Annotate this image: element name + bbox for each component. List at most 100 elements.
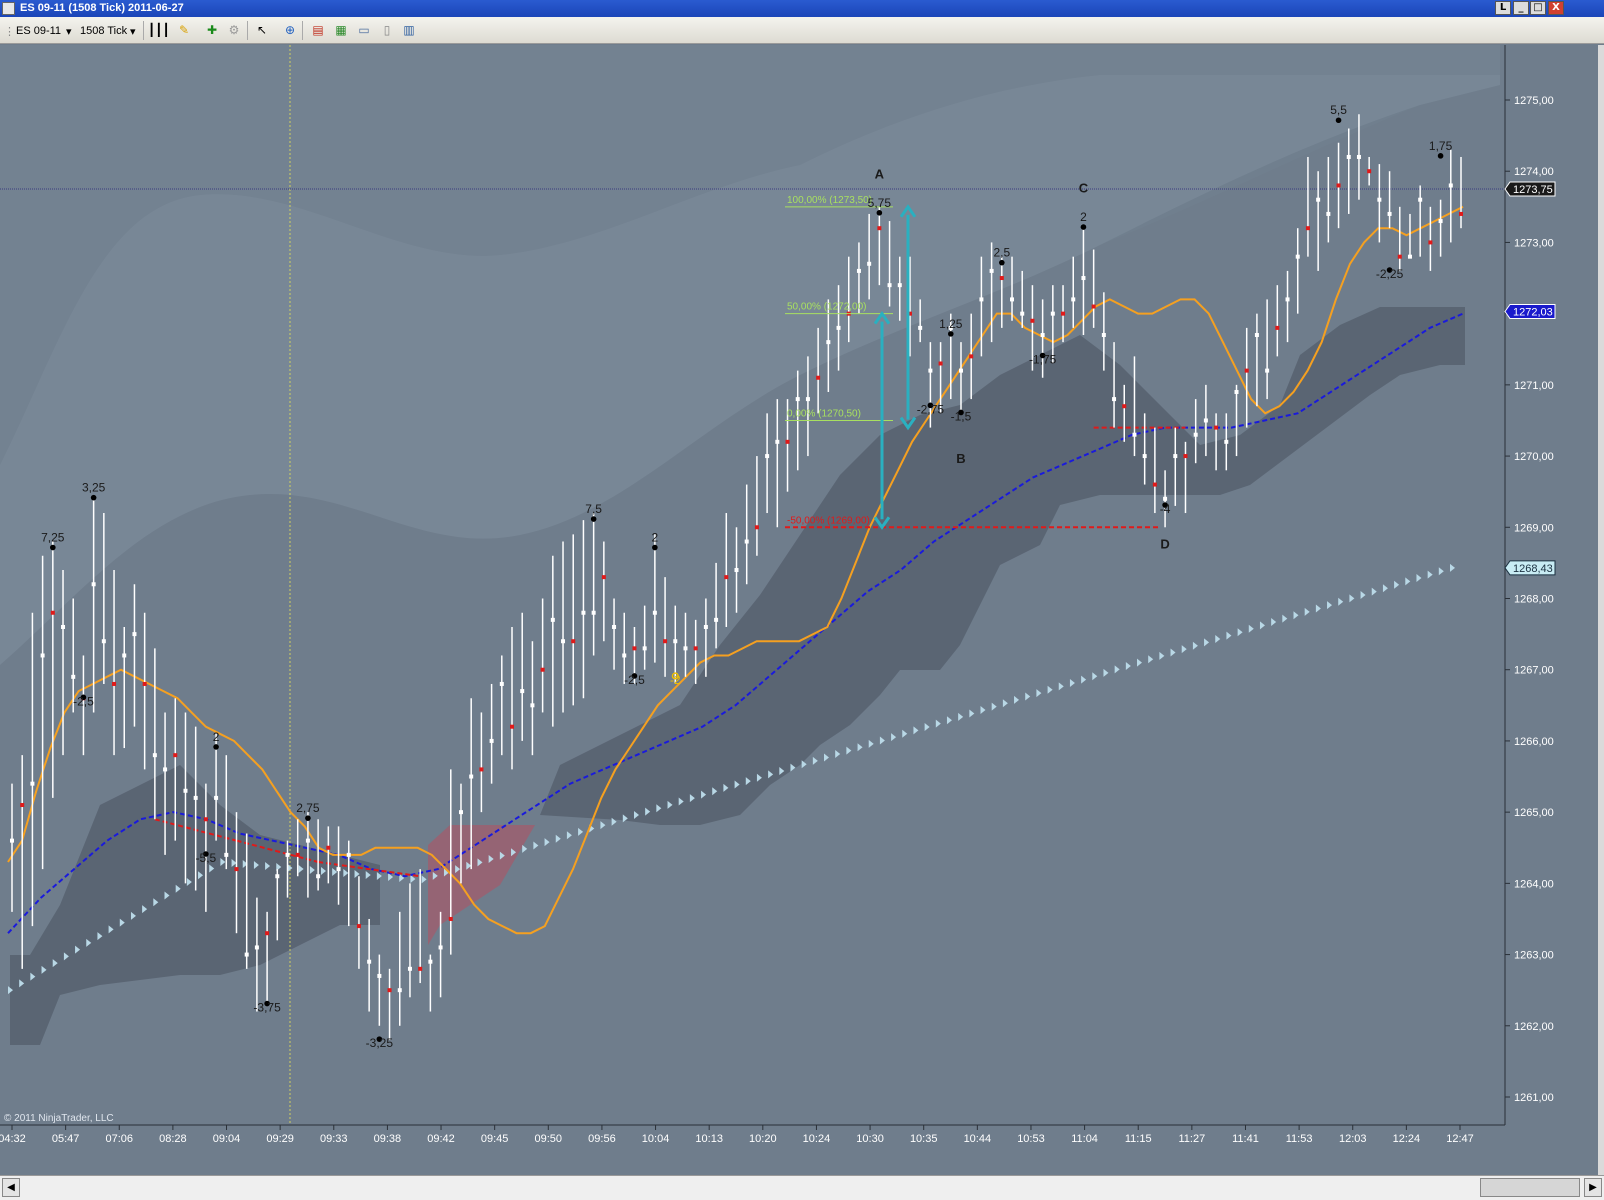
bar-close-marker [214, 795, 219, 800]
swing-point-dot [50, 544, 56, 551]
scroll-right-arrow-icon[interactable]: ▶ [1584, 1178, 1602, 1197]
bar-close-marker [652, 610, 657, 615]
bar-close-marker [1122, 404, 1127, 409]
swing-point-dot [590, 516, 597, 522]
bar-close-marker [20, 803, 25, 808]
bar-close-marker [1091, 304, 1096, 309]
draw-pencil-icon[interactable]: ✎ [176, 22, 192, 38]
zoom-icon[interactable]: ⊕ [282, 22, 298, 38]
bar-close-marker [938, 361, 943, 366]
close-button[interactable]: X [1548, 1, 1564, 15]
bar-close-marker [1040, 333, 1045, 338]
bar-close-marker [1214, 425, 1219, 430]
bar-close-marker [867, 261, 872, 266]
price-marker-label: 1268,43 [1513, 563, 1553, 575]
bar-close-marker [1377, 197, 1382, 202]
bar-close-marker [61, 624, 66, 629]
swing-label: 1,25 [939, 317, 963, 331]
bar-close-marker [744, 539, 749, 544]
bar-close-marker [1305, 226, 1310, 231]
fib-level-label: -50,00% (1269,00) [787, 515, 870, 526]
swing-label: -2 [670, 673, 681, 687]
link-button[interactable]: L [1495, 1, 1511, 15]
y-tick-label: 1264,00 [1514, 878, 1554, 890]
swing-point-dot [999, 259, 1005, 266]
bar-close-marker [856, 268, 861, 273]
bar-close-marker [367, 959, 372, 964]
swing-label: -4 [1160, 502, 1171, 516]
horizontal-scrollbar[interactable]: ◀ ▶ [0, 1175, 1604, 1200]
swing-point-dot [213, 744, 219, 750]
bar-close-marker [1326, 211, 1331, 216]
bar-close-marker [1356, 154, 1361, 159]
bar-close-marker [591, 610, 596, 615]
x-tick-label: 10:30 [856, 1133, 884, 1145]
toolbar-separator [302, 21, 303, 40]
bar-close-marker [1234, 389, 1239, 394]
properties-icon[interactable]: ▯ [379, 22, 395, 38]
bar-close-marker [336, 867, 341, 872]
window-icon[interactable]: ▥ [401, 22, 417, 38]
y-tick-label: 1271,00 [1514, 380, 1554, 392]
bar-close-marker [1081, 276, 1086, 281]
bar-close-marker [795, 397, 800, 402]
scroll-thumb[interactable] [1480, 1178, 1580, 1197]
y-tick-label: 1268,00 [1514, 594, 1554, 606]
data-box-icon[interactable]: ▦ [333, 22, 349, 38]
swing-label: 2,75 [296, 801, 320, 815]
bar-close-marker [581, 610, 586, 615]
bar-close-marker [193, 795, 198, 800]
swing-point-dot [876, 210, 883, 216]
y-tick-label: 1267,00 [1514, 665, 1554, 677]
instrument-selector[interactable]: ES 09-11 [16, 25, 61, 37]
price-marker-label: 1272,03 [1513, 307, 1553, 319]
price-chart[interactable]: 100,00% (1273,50) 50,00% (1272,00) 0,00% (… [0, 45, 1598, 1175]
bar-close-marker [887, 283, 892, 288]
strategy-icon[interactable]: ⚙ [226, 22, 242, 38]
bar-close-marker [724, 575, 729, 580]
bar-close-marker [571, 639, 576, 644]
x-tick-label: 09:04 [213, 1133, 241, 1145]
bar-close-marker [969, 354, 974, 359]
bar-close-marker [40, 653, 45, 658]
bar-close-marker [1010, 297, 1015, 302]
bar-close-marker [1265, 368, 1270, 373]
bar-close-marker [1224, 439, 1229, 444]
bar-close-marker [479, 767, 484, 772]
bar-close-marker [642, 646, 647, 651]
minimize-button[interactable]: _ [1513, 1, 1529, 15]
chevron-down-icon[interactable]: ▾ [66, 25, 72, 38]
chart-style-icon[interactable]: ▭ [356, 22, 372, 38]
x-tick-label: 10:44 [964, 1133, 992, 1145]
bar-close-marker [703, 624, 708, 629]
y-tick-label: 1270,00 [1514, 451, 1554, 463]
bar-close-marker [295, 852, 300, 857]
bar-close-marker [816, 375, 821, 380]
swing-label: -2,25 [1376, 267, 1404, 281]
chart-trader-icon[interactable]: ▤ [310, 22, 326, 38]
bar-type-icon[interactable]: ┃┃┃ [148, 22, 170, 38]
bar-close-marker [377, 973, 382, 978]
bar-close-marker [805, 397, 810, 402]
scroll-left-arrow-icon[interactable]: ◀ [2, 1178, 20, 1197]
bar-close-marker [275, 874, 280, 879]
bar-close-marker [305, 838, 310, 843]
swing-label: -3,25 [366, 1036, 394, 1050]
cursor-icon[interactable]: ↖ [254, 22, 270, 38]
maximize-button[interactable]: □ [1530, 1, 1546, 15]
chevron-down-icon[interactable]: ▾ [130, 25, 136, 38]
bar-close-marker [254, 945, 259, 950]
bar-close-marker [1112, 397, 1117, 402]
x-tick-label: 11:41 [1232, 1133, 1259, 1145]
swing-point-dot [652, 544, 658, 551]
bar-close-marker [1101, 333, 1106, 338]
add-indicator-icon[interactable]: ✚ [204, 22, 220, 38]
interval-selector[interactable]: 1508 Tick [80, 25, 127, 37]
bar-close-marker [1203, 418, 1208, 423]
vertical-scrollbar[interactable] [1598, 45, 1604, 1175]
x-tick-label: 05:47 [52, 1133, 80, 1145]
bar-close-marker [1295, 254, 1300, 259]
bar-close-marker [346, 852, 351, 857]
swing-label: 3,25 [82, 481, 106, 495]
bar-close-marker [897, 283, 902, 288]
